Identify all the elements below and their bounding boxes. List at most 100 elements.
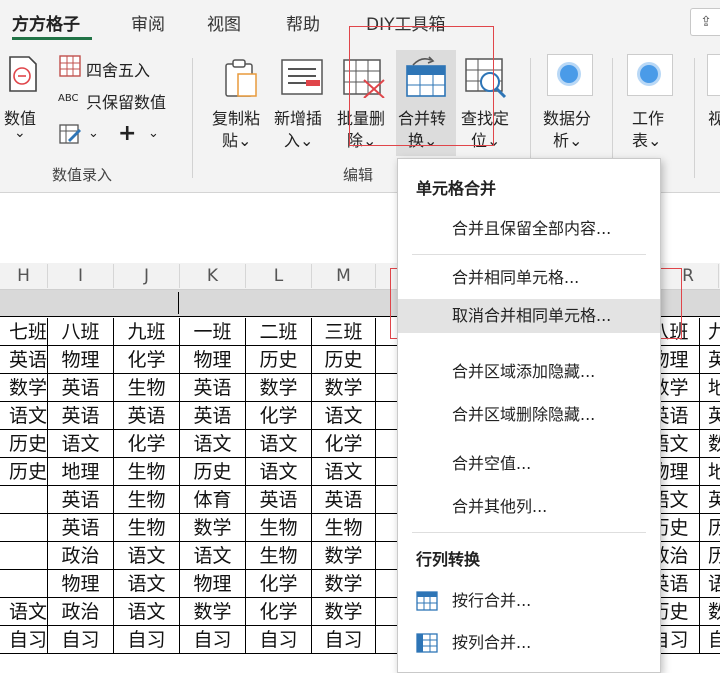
sheet-cell[interactable]: 自习: [0, 626, 48, 654]
sheet-cell[interactable]: 数: [700, 598, 720, 626]
sheet-cell[interactable]: 历史: [0, 430, 48, 458]
sheet-cell[interactable]: 生物: [114, 374, 180, 402]
sheet-cell[interactable]: 语文: [246, 430, 312, 458]
sheet-cell[interactable]: 语文: [114, 598, 180, 626]
sheet-cell[interactable]: 历: [700, 514, 720, 542]
column-header-j[interactable]: J: [114, 264, 180, 288]
value-icon[interactable]: [7, 54, 39, 94]
partial-label[interactable]: 视: [708, 105, 720, 129]
plus-icon[interactable]: +: [118, 121, 136, 146]
sheet-cell[interactable]: 自习: [114, 626, 180, 654]
partial-icon[interactable]: [707, 54, 720, 96]
menu-item-unmerge-same[interactable]: 取消合并相同单元格...: [398, 299, 660, 333]
menu-item-merge-same[interactable]: 合并相同单元格...: [398, 261, 660, 295]
sheet-cell[interactable]: 体育: [180, 486, 246, 514]
sheet-cell[interactable]: 英语: [246, 486, 312, 514]
sheet-cell[interactable]: [0, 486, 48, 514]
sheet-cell[interactable]: [0, 514, 48, 542]
data-analysis-dropdown[interactable]: 析⌄: [553, 127, 582, 151]
sheet-cell[interactable]: 七班: [0, 318, 48, 346]
sheet-cell[interactable]: 语文: [0, 598, 48, 626]
worksheet-label[interactable]: 工作: [632, 105, 664, 129]
edit-dropdown-icon[interactable]: ⌄: [88, 126, 99, 141]
sheet-cell[interactable]: 数学: [246, 374, 312, 402]
sheet-cell[interactable]: 英语: [48, 486, 114, 514]
insert-new-icon[interactable]: [280, 58, 324, 98]
menu-item-remove-hidden[interactable]: 合并区域删除隐藏...: [398, 398, 660, 432]
sheet-cell[interactable]: 英语: [48, 514, 114, 542]
sheet-cell[interactable]: 物理: [48, 346, 114, 374]
round-button[interactable]: 四舍五入: [86, 57, 150, 81]
sheet-cell[interactable]: 生物: [246, 542, 312, 570]
sheet-cell[interactable]: 自习: [180, 626, 246, 654]
sheet-cell[interactable]: 数学: [312, 570, 376, 598]
sheet-cell[interactable]: 化学: [312, 430, 376, 458]
sheet-cell[interactable]: 英: [700, 346, 720, 374]
sheet-cell[interactable]: 自习: [312, 626, 376, 654]
tab-fangfang[interactable]: 方方格子: [12, 10, 80, 35]
sheet-cell[interactable]: 八班: [48, 318, 114, 346]
sheet-cell[interactable]: 生物: [312, 514, 376, 542]
insert-new-label[interactable]: 新增插: [274, 105, 322, 129]
menu-item-merge-by-column[interactable]: 按列合并...: [398, 626, 660, 660]
menu-item-merge-empty[interactable]: 合并空值...: [398, 447, 660, 481]
sheet-cell[interactable]: 历史: [0, 458, 48, 486]
sheet-cell[interactable]: 地理: [48, 458, 114, 486]
sheet-cell[interactable]: [0, 542, 48, 570]
sheet-cell[interactable]: 数学: [312, 598, 376, 626]
copy-paste-icon[interactable]: [222, 56, 262, 100]
sheet-cell[interactable]: 历: [700, 542, 720, 570]
copy-paste-label[interactable]: 复制粘: [212, 105, 260, 129]
keep-value-button[interactable]: 只保留数值: [86, 89, 166, 113]
worksheet-icon[interactable]: [627, 54, 673, 96]
sheet-cell[interactable]: 英: [700, 402, 720, 430]
sheet-cell[interactable]: 英语: [48, 374, 114, 402]
worksheet-dropdown[interactable]: 表⌄: [632, 127, 661, 151]
menu-item-add-hidden[interactable]: 合并区域添加隐藏...: [398, 355, 660, 389]
menu-item-merge-by-row[interactable]: 按行合并...: [398, 584, 660, 618]
sheet-cell[interactable]: 自习: [48, 626, 114, 654]
insert-new-dropdown[interactable]: 入⌄: [284, 127, 313, 151]
sheet-cell[interactable]: 历史: [180, 458, 246, 486]
sheet-cell[interactable]: 数: [700, 430, 720, 458]
sheet-cell[interactable]: 语文: [180, 542, 246, 570]
edit-grid-icon[interactable]: [58, 122, 82, 146]
sheet-cell[interactable]: 语文: [114, 542, 180, 570]
sheet-cell[interactable]: 语文: [312, 402, 376, 430]
sheet-cell[interactable]: 英: [700, 486, 720, 514]
plus-dropdown-icon[interactable]: ⌄: [148, 126, 159, 141]
sheet-cell[interactable]: 九: [700, 318, 720, 346]
sheet-cell[interactable]: 英语: [180, 374, 246, 402]
sheet-cell[interactable]: 二班: [246, 318, 312, 346]
tab-help[interactable]: 帮助: [286, 10, 320, 35]
share-icon[interactable]: ⇪: [690, 8, 720, 36]
sheet-cell[interactable]: 语: [700, 570, 720, 598]
sheet-cell[interactable]: 一班: [180, 318, 246, 346]
sheet-cell[interactable]: 数学: [312, 542, 376, 570]
sheet-cell[interactable]: [0, 570, 48, 598]
column-header-i[interactable]: I: [48, 264, 114, 288]
sheet-cell[interactable]: 英语: [0, 346, 48, 374]
sheet-cell[interactable]: 历史: [246, 346, 312, 374]
sheet-cell[interactable]: 语文: [48, 430, 114, 458]
sheet-cell[interactable]: 英语: [180, 402, 246, 430]
sheet-cell[interactable]: 语文: [0, 402, 48, 430]
sheet-cell[interactable]: 地: [700, 374, 720, 402]
column-header-l[interactable]: L: [246, 264, 312, 288]
sheet-cell[interactable]: 语文: [246, 458, 312, 486]
sheet-cell[interactable]: 英语: [114, 402, 180, 430]
sheet-cell[interactable]: 物理: [180, 346, 246, 374]
tab-view[interactable]: 视图: [207, 10, 241, 35]
sheet-cell[interactable]: 化学: [246, 402, 312, 430]
sheet-cell[interactable]: 英语: [48, 402, 114, 430]
column-header-k[interactable]: K: [180, 264, 246, 288]
column-header-m[interactable]: M: [312, 264, 376, 288]
menu-item-merge-other-cols[interactable]: 合并其他列...: [398, 490, 660, 524]
sheet-cell[interactable]: 历史: [312, 346, 376, 374]
sheet-cell[interactable]: 语文: [312, 458, 376, 486]
copy-paste-dropdown[interactable]: 贴⌄: [222, 127, 251, 151]
sheet-cell[interactable]: 数学: [180, 598, 246, 626]
sheet-cell[interactable]: 生物: [114, 514, 180, 542]
sheet-cell[interactable]: 生物: [114, 458, 180, 486]
sheet-cell[interactable]: 政治: [48, 542, 114, 570]
